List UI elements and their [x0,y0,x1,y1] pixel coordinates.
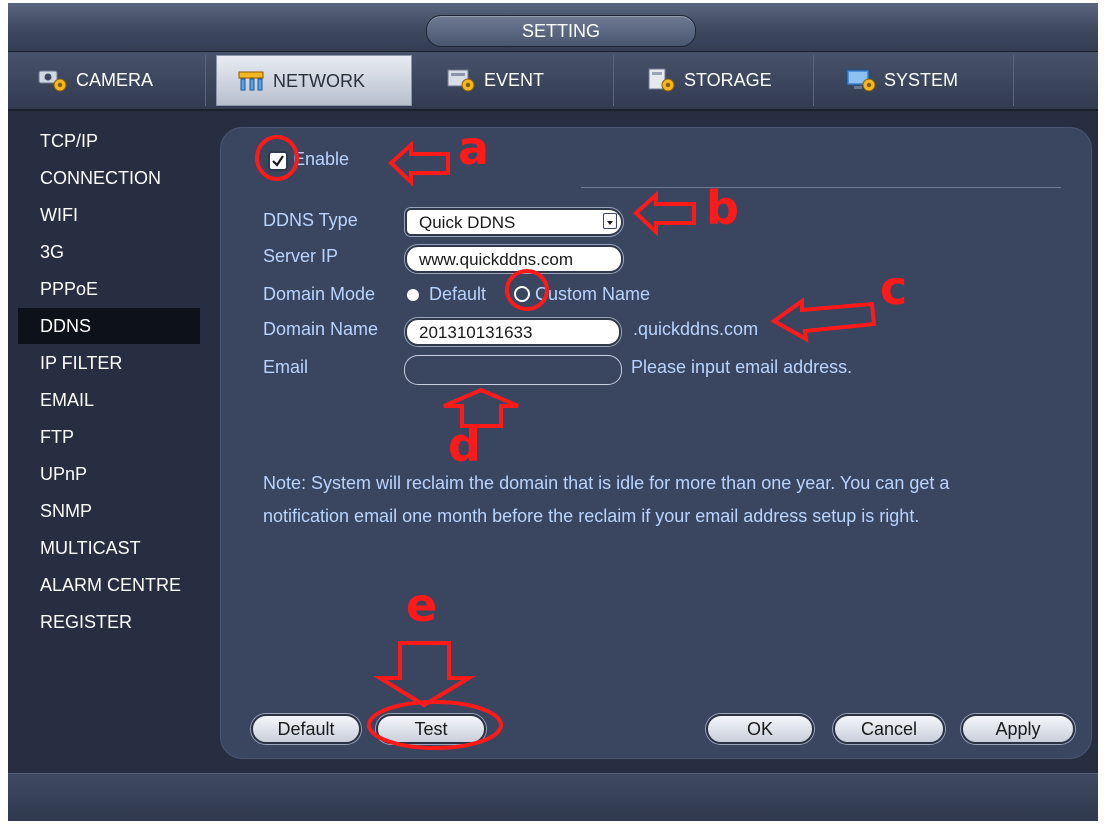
test-button[interactable]: Test [376,714,486,744]
note-line-2: notification email one month before the … [263,506,920,526]
tab-storage[interactable]: STORAGE [618,55,814,106]
enable-label: Enable [293,149,350,169]
sidebar-item-ddns[interactable]: DDNS [18,308,200,344]
event-icon [447,69,475,92]
status-bar [8,773,1098,821]
domain-mode-default-radio[interactable] [407,289,419,301]
sidebar-item-connection[interactable]: CONNECTION [18,160,200,196]
domain-mode-custom-label: Custom Name [535,284,651,304]
sidebar-item-upnp[interactable]: UPnP [18,456,200,492]
sidebar-item-snmp[interactable]: SNMP [18,493,200,529]
annotation-label-e: e [406,578,438,632]
default-button[interactable]: Default [251,714,361,744]
sidebar-item-register[interactable]: REGISTER [18,604,200,640]
email-field[interactable] [405,356,621,384]
tab-label: CAMERA [76,70,154,90]
domain-mode-default-label: Default [429,284,487,304]
sidebar-item-tcpip[interactable]: TCP/IP [18,123,200,159]
domain-name-value: 201310131633 [419,323,533,342]
email-hint: Please input email address. [631,357,853,377]
email-label: Email [263,357,309,377]
sidebar-item-3g[interactable]: 3G [18,234,200,270]
server-ip-value: www.quickddns.com [419,250,574,269]
domain-name-field[interactable]: 201310131633 [405,318,621,346]
annotation-label-d: d [448,418,481,472]
window-title: SETTING [426,15,696,47]
note-line-1: Note: System will reclaim the domain tha… [263,473,950,493]
sidebar-item-wifi[interactable]: WIFI [18,197,200,233]
storage-icon [648,68,675,92]
ok-button[interactable]: OK [706,714,814,744]
ddns-type-select[interactable]: Quick DDNS [405,208,623,236]
ddns-type-label: DDNS Type [263,210,358,230]
tab-label: EVENT [484,70,545,90]
ddns-settings-panel: Enable DDNS Type Quick DDNS Server IP ww… [220,127,1092,759]
network-icon [238,71,264,91]
tab-event[interactable]: EVENT [418,55,614,106]
annotation-label-a: a [458,121,490,175]
tab-network[interactable]: NETWORK [216,55,412,106]
system-monitor-icon [846,69,876,92]
tab-label: STORAGE [684,70,772,90]
sidebar-item-ip-filter[interactable]: IP FILTER [18,345,200,381]
sidebar-item-pppoe[interactable]: PPPoE [18,271,200,307]
apply-button[interactable]: Apply [961,714,1075,744]
server-ip-label: Server IP [263,246,339,266]
title-bar: SETTING [8,3,1098,52]
server-ip-field[interactable]: www.quickddns.com [405,245,623,273]
cancel-button[interactable]: Cancel [833,714,945,744]
chevron-down-icon [603,213,617,229]
divider [581,187,1061,188]
annotation-label-b: b [706,181,739,235]
tab-camera[interactable]: CAMERA [10,55,206,106]
tab-bar: CAMERA NETWORK EVENT STORAGE SYSTEM [8,52,1098,111]
checkmark-icon [272,155,284,167]
dvr-settings-window: SETTING CAMERA NETWORK EVENT STORAGE SYS… [8,3,1098,821]
sidebar-item-multicast[interactable]: MULTICAST [18,530,200,566]
domain-mode-custom-radio[interactable] [514,286,530,302]
sidebar-item-ftp[interactable]: FTP [18,419,200,455]
domain-suffix: .quickddns.com [633,319,759,339]
sidebar-item-email[interactable]: EMAIL [18,382,200,418]
sidebar: TCP/IP CONNECTION WIFI 3G PPPoE DDNS IP … [8,123,208,683]
camera-gear-icon [38,70,67,92]
sidebar-item-alarm-centre[interactable]: ALARM CENTRE [18,567,200,603]
annotation-label-c: c [880,261,908,315]
tab-system[interactable]: SYSTEM [818,55,1014,106]
domain-mode-label: Domain Mode [263,284,376,304]
tab-label: NETWORK [273,71,365,91]
tab-label: SYSTEM [884,70,959,90]
domain-name-label: Domain Name [263,319,379,339]
enable-checkbox[interactable] [268,151,288,171]
ddns-type-value: Quick DDNS [419,213,516,232]
